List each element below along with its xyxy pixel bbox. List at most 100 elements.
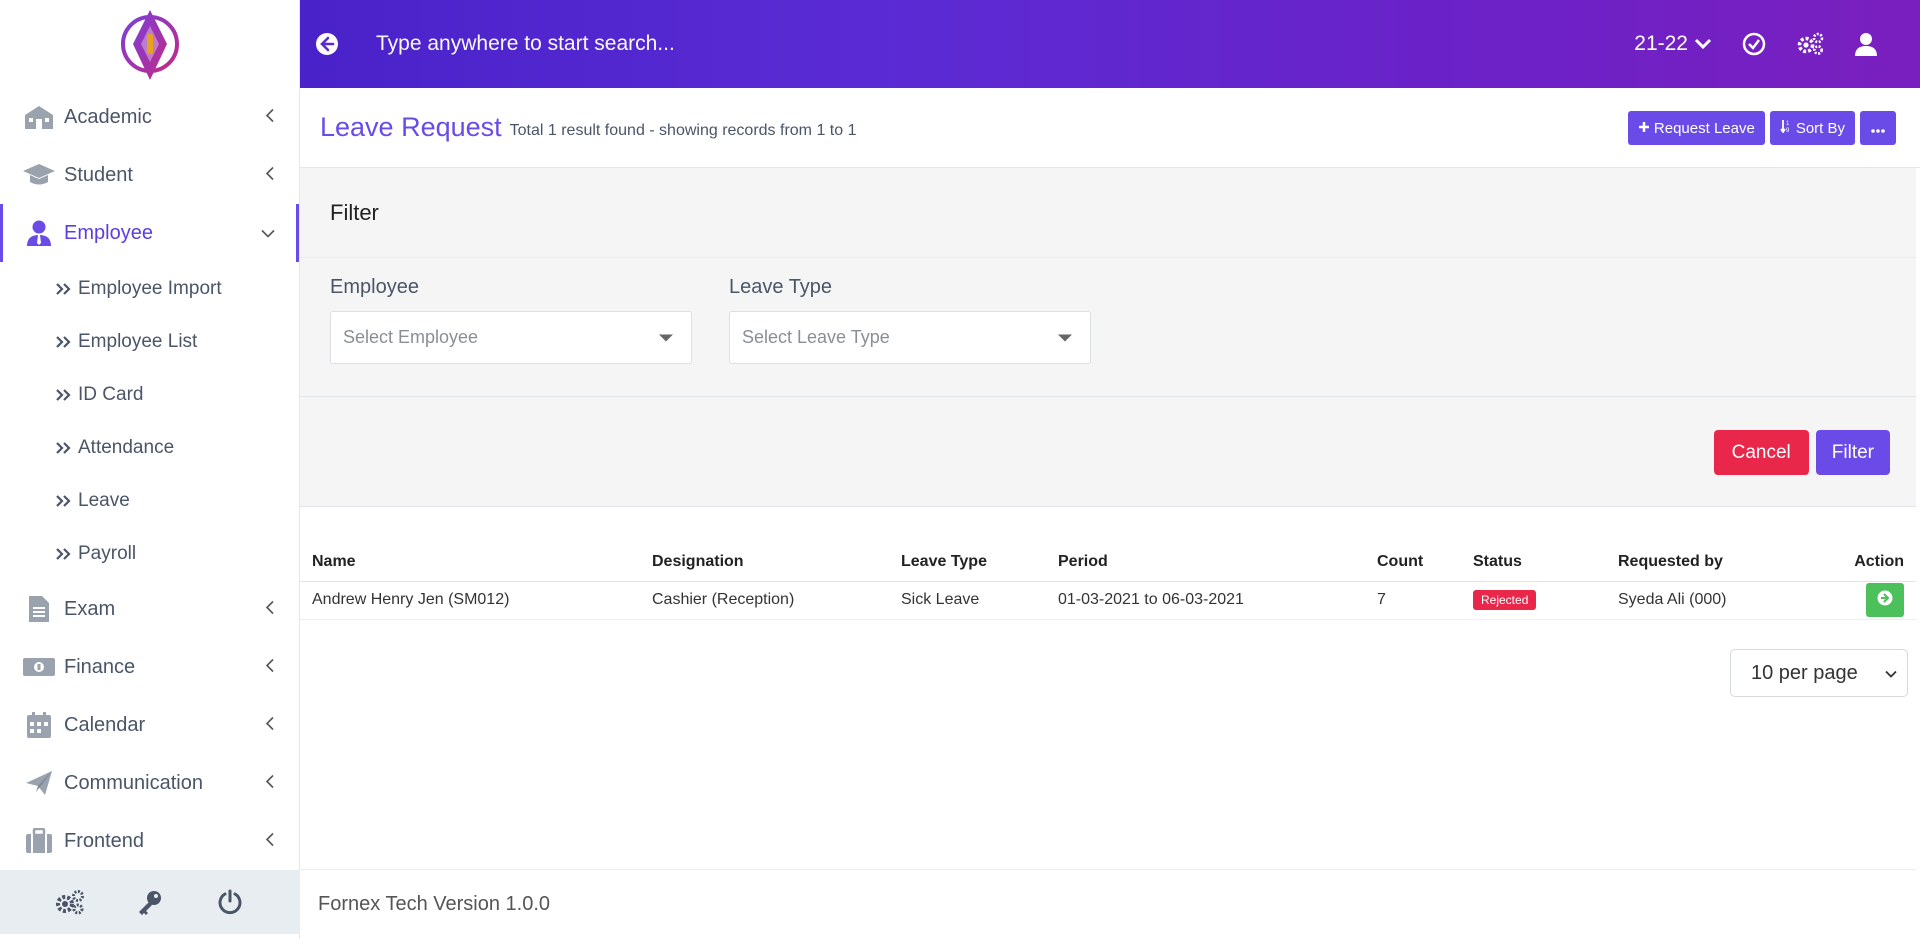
submenu-label: Employee Import [78,277,222,299]
user-tie-icon [22,216,56,250]
double-chevron-right-icon [56,335,72,348]
topbar-actions: 21-22 [1634,0,1880,88]
column-header[interactable]: Requested by [1606,543,1806,582]
chevron-left-icon [265,656,275,679]
graduation-cap-icon [22,158,56,192]
plus-icon [1638,120,1650,137]
employee-select[interactable]: Select Employee [330,311,692,364]
employee-submenu: Employee Import Employee List ID Card At… [0,262,299,580]
sidebar-item-label: Employee [64,221,153,244]
svg-text:1: 1 [1786,121,1790,127]
sidebar-item-label: Academic [64,105,152,128]
sidebar-item-label: Finance [64,655,136,678]
sidebar-item-label: Frontend [64,829,145,852]
column-header[interactable]: Period [1046,543,1365,582]
sort-icon: 19 [1780,119,1792,137]
academic-year-value: 21-22 [1634,32,1688,55]
sidebar-item-academic[interactable]: Academic [0,88,299,146]
sidebar-item-employee[interactable]: Employee [0,204,299,262]
column-header[interactable]: Leave Type [889,543,1046,582]
cell-requested-by: Syeda Ali (000) [1606,581,1806,620]
sidebar-footer [0,870,300,934]
school-icon [22,100,56,134]
filter-actions: Cancel Filter [1713,430,1890,475]
request-leave-button[interactable]: Request Leave [1627,111,1765,145]
search-input[interactable] [376,32,1076,56]
column-header[interactable]: Name [300,543,640,582]
sidebar-item-communication[interactable]: Communication [0,754,299,812]
ellipsis-icon [1871,120,1885,137]
user-profile-icon[interactable] [1852,30,1880,58]
chevron-down-icon [261,222,275,245]
submenu-item-employee-import[interactable]: Employee Import [0,262,299,315]
calendar-icon [22,708,56,742]
filter-panel: Filter Employee Select Employee Leave Ty… [300,168,1916,507]
table-header: Name Designation Leave Type Period Count… [300,543,1916,582]
sidebar-item-calendar[interactable]: Calendar [0,696,299,754]
settings-gears-icon[interactable] [50,882,90,922]
sidebar-item-finance[interactable]: Finance [0,638,299,696]
submenu-item-employee-list[interactable]: Employee List [0,315,299,368]
key-icon[interactable] [130,882,170,922]
page-title: Leave Request [320,112,502,142]
chevron-down-icon [1885,662,1897,685]
chevron-left-icon [265,772,275,795]
file-icon [22,592,56,626]
header-actions: Request Leave 19 Sort By [1627,111,1896,145]
page-footer: Fornex Tech Version 1.0.0 [300,869,1916,939]
paper-plane-icon [22,766,56,800]
settings-gears-icon[interactable] [1796,30,1824,58]
submenu-item-payroll[interactable]: Payroll [0,527,299,580]
request-leave-label: Request Leave [1653,119,1755,137]
column-header[interactable]: Status [1461,543,1606,582]
status-badge: Rejected [1473,590,1537,610]
submenu-label: Employee List [78,330,198,352]
submenu-item-leave[interactable]: Leave [0,474,299,527]
cell-leave-type: Sick Leave [889,581,1046,620]
cancel-button[interactable]: Cancel [1713,430,1809,475]
logo-icon [120,10,179,80]
submenu-label: Leave [78,489,130,511]
power-icon[interactable] [210,882,250,922]
double-chevron-right-icon [56,547,72,560]
check-circle-icon[interactable] [1740,30,1768,58]
sidebar-menu-lower: Exam Finance Calendar Communication Fron… [0,580,299,870]
submenu-item-attendance[interactable]: Attendance [0,421,299,474]
submenu-item-id-card[interactable]: ID Card [0,368,299,421]
more-options-button[interactable] [1860,111,1896,145]
logo[interactable] [0,0,299,88]
column-header[interactable]: Designation [640,543,889,582]
chevron-left-icon [265,830,275,853]
employee-filter-label: Employee [330,276,419,298]
caret-down-icon [1058,334,1072,341]
double-chevron-right-icon [56,441,72,454]
cell-designation: Cashier (Reception) [640,581,889,620]
per-page-select[interactable]: 10 per page [1730,649,1908,697]
column-header[interactable]: Action [1806,543,1916,582]
academic-year-dropdown[interactable]: 21-22 [1634,32,1712,56]
column-header[interactable]: Count [1365,543,1461,582]
page-header: Leave Request Total 1 result found - sho… [300,88,1920,168]
leave-type-filter-label: Leave Type [729,276,833,298]
back-arrow-icon[interactable] [312,29,342,59]
employee-filter-group: Employee Select Employee [330,276,692,364]
leave-table: Name Designation Leave Type Period Count… [300,543,1916,620]
leave-type-select-placeholder: Select Leave Type [742,327,890,347]
sort-by-button[interactable]: 19 Sort By [1769,111,1855,145]
double-chevron-right-icon [56,388,72,401]
submenu-label: ID Card [78,383,144,405]
submenu-label: Payroll [78,542,137,564]
version-text: Fornex Tech Version 1.0.0 [318,893,550,915]
view-details-button[interactable] [1866,583,1904,617]
sidebar-item-label: Communication [64,771,203,794]
chevron-left-icon [265,106,275,129]
sidebar-item-frontend[interactable]: Frontend [0,812,299,870]
topbar: 21-22 [300,0,1920,88]
briefcase-icon [22,824,56,858]
sidebar-item-exam[interactable]: Exam [0,580,299,638]
sidebar-item-student[interactable]: Student [0,146,299,204]
filter-button[interactable]: Filter [1815,430,1890,475]
leave-type-select[interactable]: Select Leave Type [729,311,1091,364]
result-summary: Total 1 result found - showing records f… [509,121,857,139]
sidebar-item-label: Student [64,163,133,186]
